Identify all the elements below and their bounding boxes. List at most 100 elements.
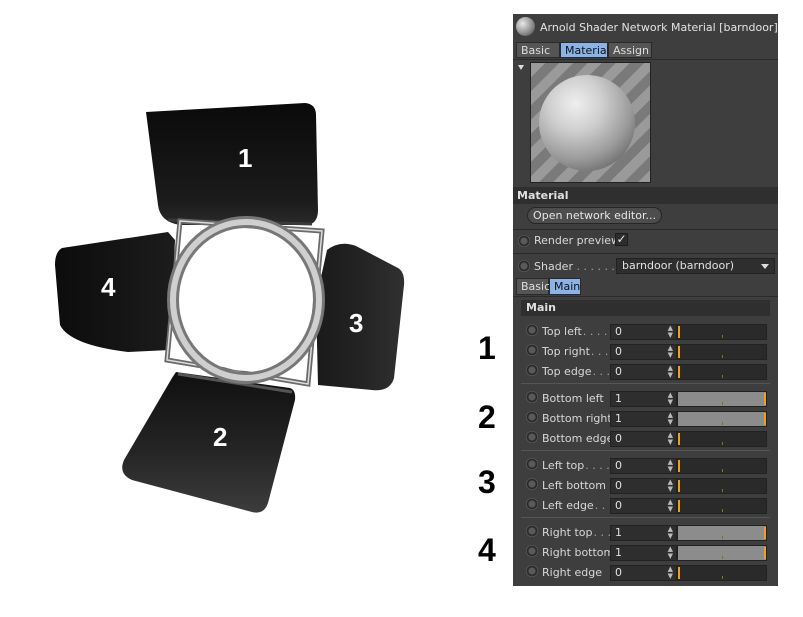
param-row-left-edge: Left edge . . 0 ▲ ▼ <box>513 496 778 516</box>
bottom-right-slider[interactable] <box>677 411 767 427</box>
material-section-header: Material <box>513 187 778 204</box>
top-edge-keyframe-icon[interactable] <box>526 364 538 376</box>
tab-basic[interactable]: Basic <box>516 42 560 58</box>
bottom-left-value-input[interactable]: 1 ▲ ▼ <box>610 391 677 407</box>
stepper-arrows-icon[interactable]: ▲ ▼ <box>668 325 673 339</box>
subtab-basic[interactable]: Basic <box>516 278 550 295</box>
collapse-arrow-icon[interactable] <box>518 65 524 70</box>
top-right-keyframe-icon[interactable] <box>526 344 538 356</box>
top-left-label-dots: . . . . <box>582 325 608 338</box>
stepper-arrows-icon[interactable]: ▲ ▼ <box>668 432 673 446</box>
stepper-arrows-icon[interactable]: ▲ ▼ <box>668 479 673 493</box>
bottom-left-slider-handle[interactable] <box>764 393 766 405</box>
stepper-arrows-icon[interactable]: ▲ ▼ <box>668 526 673 540</box>
stepper-arrows-icon[interactable]: ▲ ▼ <box>668 459 673 473</box>
left-bottom-slider[interactable] <box>677 478 767 494</box>
top-left-label: Top left <box>542 325 582 338</box>
left-edge-slider[interactable] <box>677 498 767 514</box>
attribute-manager-panel: Arnold Shader Network Material [barndoor… <box>513 14 778 586</box>
subtab-main[interactable]: Main <box>549 278 581 295</box>
top-right-value-input[interactable]: 0 ▲ ▼ <box>610 344 677 360</box>
bottom-left-slider-tick <box>722 402 723 405</box>
bottom-right-label: Bottom right <box>542 412 612 425</box>
bottom-left-slider[interactable] <box>677 391 767 407</box>
top-edge-value-input[interactable]: 0 ▲ ▼ <box>610 364 677 380</box>
top-right-slider[interactable] <box>677 344 767 360</box>
shader-dropdown[interactable]: barndoor (barndoor) <box>616 258 775 274</box>
render-preview-checkbox[interactable]: ✓ <box>615 233 628 246</box>
param-row-right-bottom: Right bottom 1 ▲ ▼ <box>513 543 778 563</box>
bottom-edge-slider[interactable] <box>677 431 767 447</box>
barndoor-flap-bottom <box>122 372 296 513</box>
right-top-slider-handle[interactable] <box>764 527 766 539</box>
right-top-slider[interactable] <box>677 525 767 541</box>
main-group-header: Main <box>521 300 770 316</box>
bottom-edge-keyframe-icon[interactable] <box>526 431 538 443</box>
flap-number-top: 1 <box>238 143 253 173</box>
bottom-left-keyframe-icon[interactable] <box>526 391 538 403</box>
left-edge-keyframe-icon[interactable] <box>526 498 538 510</box>
left-edge-slider-handle[interactable] <box>678 500 680 512</box>
top-right-slider-handle[interactable] <box>678 346 680 358</box>
bottom-right-value-input[interactable]: 1 ▲ ▼ <box>610 411 677 427</box>
stepper-arrows-icon[interactable]: ▲ ▼ <box>668 412 673 426</box>
stepper-arrows-icon[interactable]: ▲ ▼ <box>668 566 673 580</box>
right-top-label: Right top <box>542 526 593 539</box>
right-top-keyframe-icon[interactable] <box>526 525 538 537</box>
barndoor-render <box>55 103 405 513</box>
right-edge-value-input[interactable]: 0 ▲ ▼ <box>610 565 677 581</box>
shader-keyframe-icon[interactable] <box>518 260 530 272</box>
left-top-keyframe-icon[interactable] <box>526 458 538 470</box>
top-edge-value: 0 <box>615 365 622 378</box>
flap-number-bottom: 2 <box>213 422 228 452</box>
top-left-value-input[interactable]: 0 ▲ ▼ <box>610 324 677 340</box>
bottom-edge-slider-tick <box>722 442 723 445</box>
top-edge-slider-tick <box>722 375 723 378</box>
left-top-slider-handle[interactable] <box>678 460 680 472</box>
top-left-slider-handle[interactable] <box>678 326 680 338</box>
top-left-slider[interactable] <box>677 324 767 340</box>
right-edge-slider-handle[interactable] <box>678 567 680 579</box>
group-number-left: 3 <box>478 464 496 500</box>
left-top-label-dots: . . . . <box>585 459 610 472</box>
top-edge-slider[interactable] <box>677 364 767 380</box>
top-right-slider-tick <box>722 355 723 358</box>
group-number-right: 4 <box>478 532 496 568</box>
right-bottom-slider-handle[interactable] <box>764 547 766 559</box>
left-bottom-value-input[interactable]: 0 ▲ ▼ <box>610 478 677 494</box>
bottom-edge-label: Bottom edge <box>542 432 614 445</box>
top-left-keyframe-icon[interactable] <box>526 324 538 336</box>
top-left-slider-tick <box>722 335 723 338</box>
right-edge-slider[interactable] <box>677 565 767 581</box>
right-bottom-slider[interactable] <box>677 545 767 561</box>
render-preview-label: Render preview <box>534 234 621 247</box>
left-top-value-input[interactable]: 0 ▲ ▼ <box>610 458 677 474</box>
bottom-right-keyframe-icon[interactable] <box>526 411 538 423</box>
param-row-top-edge: Top edge . . . 0 ▲ ▼ <box>513 362 778 382</box>
render-preview-keyframe-icon[interactable] <box>518 235 530 247</box>
stepper-arrows-icon[interactable]: ▲ ▼ <box>668 499 673 513</box>
right-top-value-input[interactable]: 1 ▲ ▼ <box>610 525 677 541</box>
stepper-arrows-icon[interactable]: ▲ ▼ <box>668 546 673 560</box>
right-bottom-slider-tick <box>722 556 723 559</box>
tab-assign[interactable]: Assign <box>608 42 652 58</box>
right-edge-value: 0 <box>615 566 622 579</box>
open-network-editor-button[interactable]: Open network editor... <box>527 207 662 224</box>
right-edge-keyframe-icon[interactable] <box>526 565 538 577</box>
stepper-arrows-icon[interactable]: ▲ ▼ <box>668 392 673 406</box>
right-bottom-keyframe-icon[interactable] <box>526 545 538 557</box>
right-bottom-value-input[interactable]: 1 ▲ ▼ <box>610 545 677 561</box>
left-bottom-slider-handle[interactable] <box>678 480 680 492</box>
left-top-slider[interactable] <box>677 458 767 474</box>
stepper-arrows-icon[interactable]: ▲ ▼ <box>668 345 673 359</box>
tab-material[interactable]: Material <box>560 42 610 58</box>
left-edge-value-input[interactable]: 0 ▲ ▼ <box>610 498 677 514</box>
stepper-arrows-icon[interactable]: ▲ ▼ <box>668 365 673 379</box>
left-bottom-keyframe-icon[interactable] <box>526 478 538 490</box>
bottom-right-slider-handle[interactable] <box>764 413 766 425</box>
panel-divider <box>513 59 778 60</box>
top-edge-slider-handle[interactable] <box>678 366 680 378</box>
bottom-edge-value-input[interactable]: 0 ▲ ▼ <box>610 431 677 447</box>
param-row-left-top: Left top . . . . 0 ▲ ▼ <box>513 456 778 476</box>
bottom-edge-slider-handle[interactable] <box>678 433 680 445</box>
